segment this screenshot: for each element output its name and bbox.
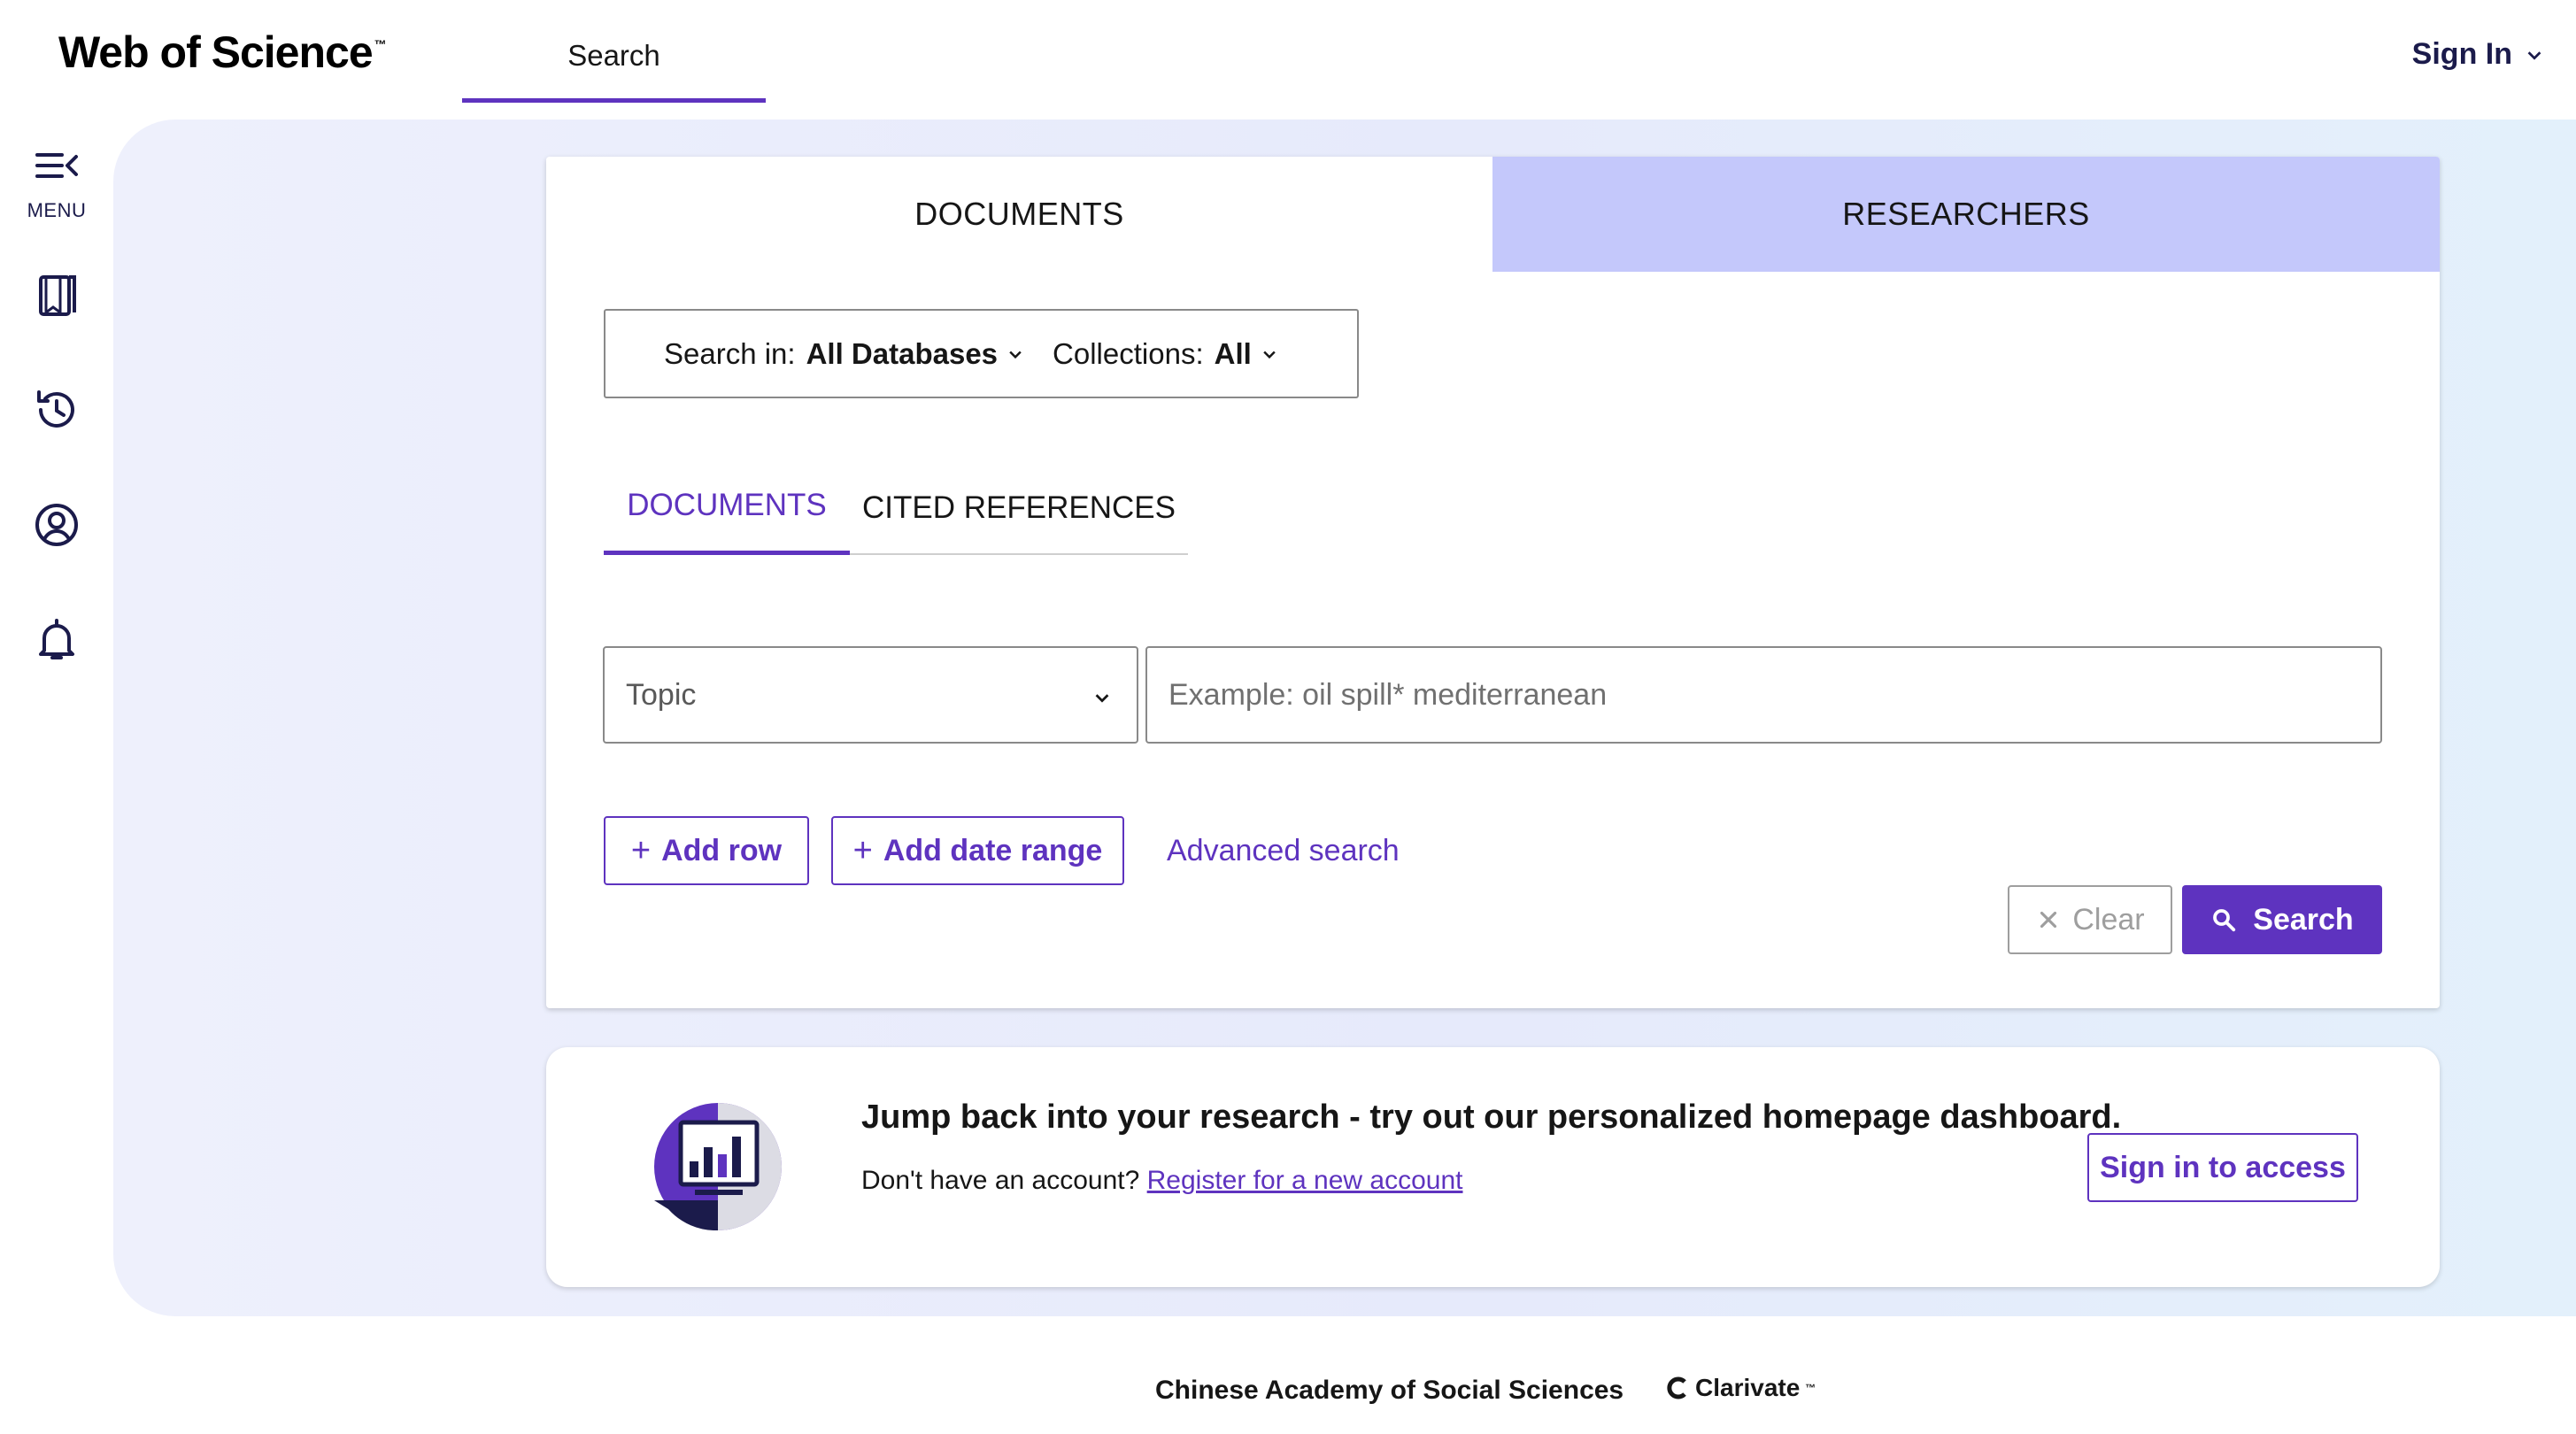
menu-button[interactable]: MENU (0, 144, 113, 222)
chevron-down-icon[interactable] (1261, 345, 1278, 363)
top-header: Web of Science ™ Search Sign In (0, 0, 2576, 120)
plus-icon: + (630, 831, 652, 869)
menu-icon (35, 153, 78, 178)
search-card: DOCUMENTS RESEARCHERS Search in: All Dat… (546, 157, 2440, 1008)
tab-researchers[interactable]: RESEARCHERS (1492, 157, 2440, 272)
tab-search[interactable]: Search (462, 0, 766, 103)
profile-button[interactable] (0, 500, 113, 550)
institution-name: Chinese Academy of Social Sciences (1155, 1376, 1624, 1405)
tab-documents[interactable]: DOCUMENTS (546, 157, 1492, 272)
profile-icon (35, 504, 78, 546)
plus-icon: + (852, 831, 873, 869)
advanced-search-link[interactable]: Advanced search (1167, 834, 1400, 868)
add-row-button[interactable]: + Add row (604, 816, 809, 885)
alerts-button[interactable] (0, 615, 113, 665)
search-button[interactable]: Search (2182, 885, 2382, 954)
history-icon (37, 390, 74, 428)
marked-list-button[interactable] (0, 270, 113, 320)
bookmark-icon (39, 275, 76, 316)
search-in-label: Search in: (664, 336, 796, 370)
dashboard-chart-icon (654, 1103, 782, 1230)
clarivate-icon (1667, 1376, 1686, 1399)
close-icon (2040, 911, 2057, 929)
subtab-documents[interactable]: DOCUMENTS (604, 460, 850, 555)
bell-icon (39, 619, 74, 659)
chevron-down-icon (2527, 50, 2541, 60)
search-field-select[interactable]: Topic (603, 646, 1138, 744)
search-in-dropdown[interactable]: All Databases (806, 337, 998, 371)
promo-title: Jump back into your research - try out o… (861, 1099, 2122, 1136)
collections-dropdown[interactable]: All (1215, 337, 1252, 371)
chevron-down-icon[interactable] (1006, 345, 1024, 363)
promo-subtext: Don't have an account? Register for a ne… (861, 1166, 1463, 1195)
sign-in-to-access-button[interactable]: Sign in to access (2087, 1133, 2358, 1202)
database-selector: Search in: All Databases Collections: Al… (604, 309, 1359, 398)
register-link[interactable]: Register for a new account (1147, 1166, 1463, 1195)
clear-button[interactable]: Clear (2008, 885, 2172, 954)
left-rail: MENU (0, 120, 113, 1314)
search-query-input[interactable] (1145, 646, 2382, 744)
history-button[interactable] (0, 385, 113, 435)
add-date-range-button[interactable]: + Add date range (831, 816, 1124, 885)
chevron-down-icon (1095, 694, 1109, 703)
collections-label: Collections: (1053, 336, 1204, 370)
menu-label: MENU (27, 199, 87, 221)
dashboard-promo-card: Jump back into your research - try out o… (546, 1047, 2440, 1287)
subtab-cited-references[interactable]: CITED REFERENCES (850, 460, 1188, 555)
clarivate-logo: Clarivate ™ (1667, 1374, 1816, 1402)
search-type-tabs: DOCUMENTS CITED REFERENCES (604, 460, 1188, 555)
search-icon (2213, 909, 2236, 932)
web-of-science-logo[interactable]: Web of Science ™ (58, 27, 387, 78)
sign-in-button[interactable]: Sign In (2412, 37, 2544, 72)
